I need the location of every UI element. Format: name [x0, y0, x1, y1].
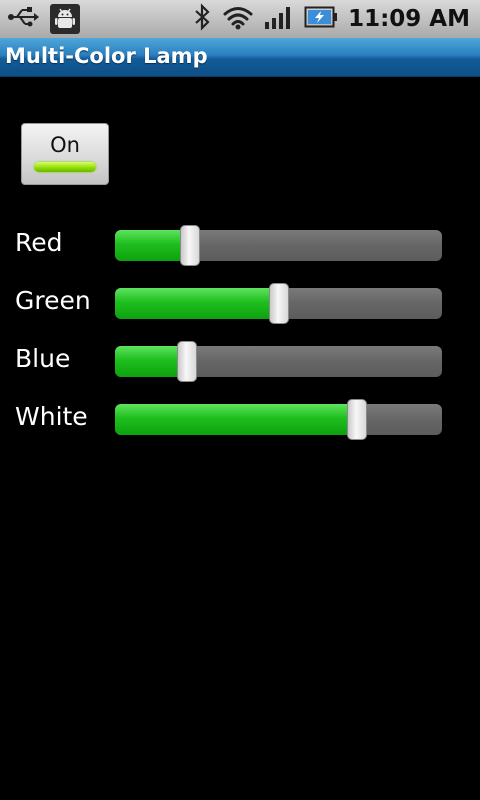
title-bar: Multi-Color Lamp — [0, 38, 480, 77]
green-slider[interactable] — [115, 283, 442, 324]
app-title: Multi-Color Lamp — [5, 44, 208, 68]
battery-charging-icon — [304, 5, 338, 33]
slider-label-green: Green — [15, 286, 91, 315]
red-slider[interactable] — [115, 225, 442, 266]
slider-row-blue: Blue — [0, 341, 480, 382]
slider-fill — [115, 230, 190, 261]
bluetooth-icon — [192, 3, 212, 35]
slider-label-red: Red — [15, 228, 63, 257]
wifi-icon — [222, 4, 254, 34]
notification-area — [8, 4, 80, 34]
slider-label-white: White — [15, 402, 88, 431]
slider-thumb[interactable] — [177, 341, 197, 382]
toggle-label: On — [50, 133, 80, 157]
slider-fill — [115, 404, 357, 435]
slider-row-green: Green — [0, 283, 480, 324]
system-status-area: 11:09 AM — [192, 3, 470, 35]
blue-slider[interactable] — [115, 341, 442, 382]
signal-icon — [264, 4, 294, 34]
slider-thumb[interactable] — [269, 283, 289, 324]
slider-fill — [115, 288, 279, 319]
slider-thumb[interactable] — [180, 225, 200, 266]
slider-row-white: White — [0, 399, 480, 440]
slider-label-blue: Blue — [15, 344, 71, 373]
white-slider[interactable] — [115, 399, 442, 440]
slider-thumb[interactable] — [347, 399, 367, 440]
toggle-indicator — [34, 162, 96, 172]
slider-row-red: Red — [0, 225, 480, 266]
android-debug-icon — [50, 4, 80, 34]
clock: 11:09 AM — [348, 6, 470, 32]
status-bar: 11:09 AM — [0, 0, 480, 38]
power-toggle-button[interactable]: On — [21, 123, 109, 185]
usb-icon — [8, 6, 40, 32]
